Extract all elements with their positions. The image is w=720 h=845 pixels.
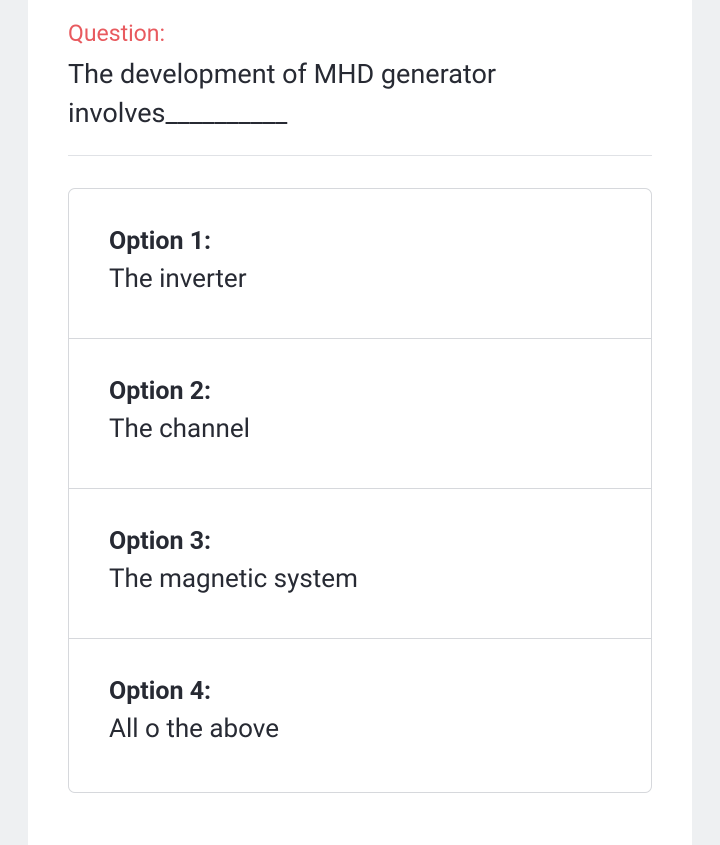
option-text: The channel	[109, 414, 611, 444]
option-label: Option 2:	[109, 377, 611, 406]
option-label: Option 3:	[109, 527, 611, 556]
option-text: The inverter	[109, 264, 611, 294]
option-text: The magnetic system	[109, 564, 611, 594]
options-container: Option 1: The inverter Option 2: The cha…	[68, 188, 652, 793]
option-2[interactable]: Option 2: The channel	[69, 339, 651, 489]
option-label: Option 4:	[109, 677, 611, 706]
option-3[interactable]: Option 3: The magnetic system	[69, 489, 651, 639]
question-label: Question:	[68, 20, 652, 47]
option-text: All o the above	[109, 714, 611, 744]
question-card: Question: The development of MHD generat…	[28, 0, 692, 845]
option-1[interactable]: Option 1: The inverter	[69, 189, 651, 339]
divider	[68, 155, 652, 156]
option-label: Option 1:	[109, 227, 611, 256]
option-4[interactable]: Option 4: All o the above	[69, 639, 651, 792]
question-text: The development of MHD generator involve…	[68, 55, 652, 133]
